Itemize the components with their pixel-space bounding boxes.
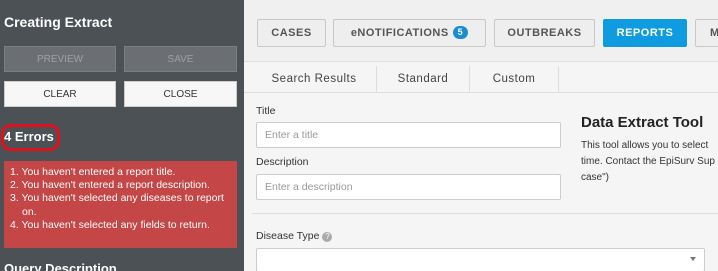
chevron-down-icon (690, 257, 696, 261)
tool-title: Data Extract Tool (581, 114, 704, 131)
close-button[interactable]: CLOSE (124, 81, 237, 107)
clear-button[interactable]: CLEAR (4, 81, 116, 107)
error-item: 1. You haven't entered a report title. (10, 166, 176, 178)
section-divider (252, 213, 718, 214)
nav-reports-label: REPORTS (616, 27, 674, 39)
nav-outbreaks[interactable]: OUTBREAKS (494, 19, 595, 47)
nav-outbreaks-label: OUTBREAKS (507, 27, 582, 39)
description-input[interactable]: Enter a description (256, 174, 561, 200)
disease-type-label: Disease Type? (256, 230, 333, 242)
nav-more[interactable]: M (695, 19, 718, 47)
tool-description-line: time. Contact the EpiSurv Sup (581, 156, 715, 167)
error-item: 4. You haven't selected any fields to re… (10, 218, 210, 231)
top-nav: CASES eNOTIFICATIONS 5 OUTBREAKS REPORTS … (244, 0, 718, 62)
nav-enotifications[interactable]: eNOTIFICATIONS 5 (333, 19, 486, 47)
title-input[interactable]: Enter a title (256, 122, 561, 148)
nav-enotifications-label: eNOTIFICATIONS (350, 27, 449, 39)
nav-cases-label: CASES (271, 27, 312, 39)
errors-title: 4 Errors (4, 129, 54, 144)
sidebar-title: Creating Extract (4, 14, 113, 30)
report-tabs: Search Results Standard Custom (244, 66, 718, 93)
tool-description-line: This tool allows you to select (581, 140, 709, 151)
tool-description-line: case") (581, 172, 610, 183)
nav-more-label: M (710, 27, 718, 39)
notification-count-badge: 5 (452, 26, 469, 39)
error-item: on. (22, 205, 37, 218)
tab-search-results[interactable]: Search Results (252, 66, 377, 93)
save-button[interactable]: SAVE (124, 46, 237, 72)
nav-cases[interactable]: CASES (257, 19, 326, 47)
error-item: 2. You haven't entered a report descript… (10, 179, 210, 192)
title-label: Title (256, 105, 276, 117)
help-icon[interactable]: ? (322, 232, 333, 242)
nav-reports[interactable]: REPORTS (603, 19, 687, 47)
query-description-title: Query Description (4, 261, 117, 271)
disease-type-select[interactable] (256, 248, 705, 271)
preview-button[interactable]: PREVIEW (4, 46, 116, 72)
extract-form: Title Enter a title Description Enter a … (244, 93, 718, 271)
tab-custom[interactable]: Custom (470, 66, 559, 93)
tool-description: This tool allows you to select time. Con… (581, 138, 718, 186)
error-item: 3. You haven't selected any diseases to … (10, 192, 224, 205)
sidebar: Creating Extract PREVIEW SAVE CLEAR CLOS… (0, 0, 244, 271)
errors-box: 1. You haven't entered a report title. 2… (4, 161, 237, 248)
disease-type-label-text: Disease Type (256, 230, 320, 242)
tab-standard[interactable]: Standard (377, 66, 470, 93)
description-label: Description (256, 156, 309, 168)
